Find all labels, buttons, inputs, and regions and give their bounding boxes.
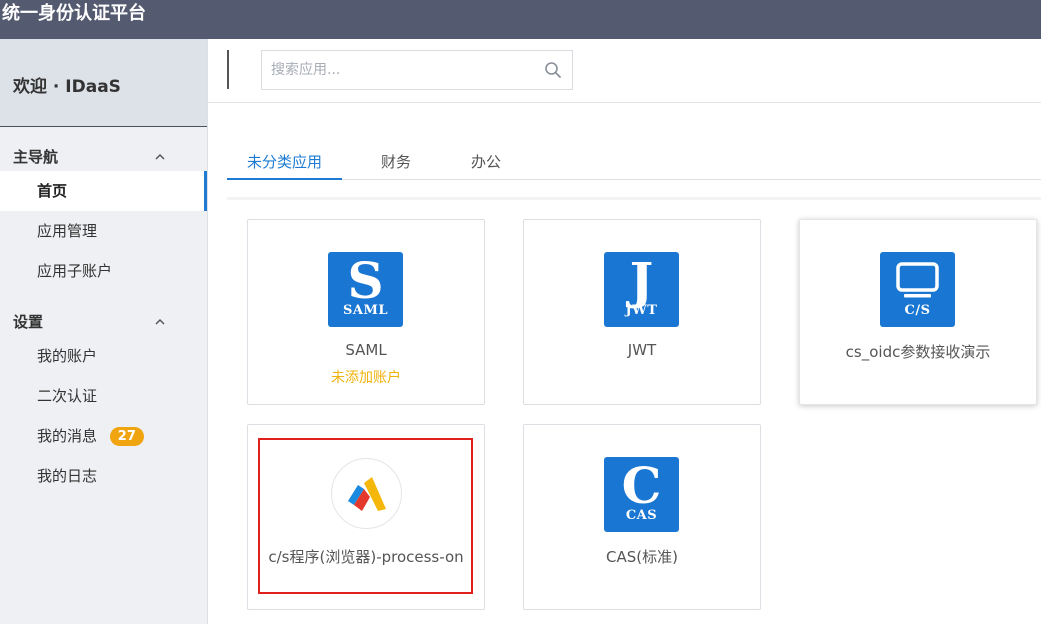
monitor-icon: [896, 262, 939, 298]
category-tabs: 未分类应用 财务 办公: [227, 143, 1041, 180]
app-icon-caption: SAML: [342, 303, 388, 318]
cas-app-icon: C CAS: [604, 457, 679, 532]
app-card-jwt[interactable]: J JWT JWT: [523, 219, 761, 405]
app-status[interactable]: 未添加账户: [248, 367, 484, 387]
sidebar: 欢迎 · IDaaS 主导航 首页 应用管理 应用子账户 设置 我的账户 二次认…: [0, 39, 208, 624]
message-count-badge: 27: [109, 427, 144, 446]
sidebar-item-my-messages[interactable]: 我的消息 27: [0, 416, 207, 456]
search-box[interactable]: [261, 50, 573, 90]
nav-group-main-title[interactable]: 主导航: [13, 146, 58, 167]
app-card-cs-oidc[interactable]: C/S cs_oidc参数接收演示: [799, 219, 1037, 405]
tab-uncategorized[interactable]: 未分类应用: [227, 151, 342, 180]
top-bar: 统一身份认证平台: [0, 0, 1041, 39]
app-icon-caption: CAS: [625, 508, 658, 523]
app-icon-letter: S: [347, 251, 384, 310]
sidebar-item-label: 我的账户: [37, 347, 98, 365]
sidebar-item-label: 我的日志: [37, 467, 98, 485]
app-icon-letter: C: [621, 456, 662, 515]
sidebar-item-label: 应用子账户: [37, 262, 113, 280]
welcome-panel: 欢迎 · IDaaS: [0, 39, 207, 127]
app-name: CAS(标准): [606, 548, 678, 566]
sidebar-item-two-factor[interactable]: 二次认证: [0, 376, 207, 416]
sidebar-item-label: 应用管理: [37, 222, 98, 240]
sidebar-item-label: 二次认证: [37, 387, 98, 405]
header-divider: [227, 50, 229, 89]
cs-app-icon: C/S: [880, 252, 955, 327]
app-icon-caption: C/S: [904, 303, 931, 318]
sidebar-item-my-account[interactable]: 我的账户: [0, 336, 207, 376]
app-name: cs_oidc参数接收演示: [845, 343, 991, 361]
app-icon-caption: JWT: [625, 303, 658, 318]
chevron-up-icon[interactable]: [153, 315, 167, 329]
nav-group-settings-title[interactable]: 设置: [13, 311, 43, 332]
jwt-app-icon: J JWT: [604, 252, 679, 327]
app-card-cas[interactable]: C CAS CAS(标准): [523, 424, 761, 610]
sidebar-item-home[interactable]: 首页: [0, 171, 207, 211]
app-card-saml[interactable]: S SAML SAML 未添加账户: [247, 219, 485, 405]
saml-app-icon: S SAML: [328, 252, 403, 327]
app-name: SAML: [345, 341, 387, 359]
sidebar-item-my-logs[interactable]: 我的日志: [0, 456, 207, 496]
welcome-text: 欢迎 · IDaaS: [13, 77, 121, 97]
app-title: 统一身份认证平台: [2, 3, 146, 24]
app-icon-letter: J: [629, 251, 654, 310]
header-bar: [208, 39, 1041, 103]
app-name: JWT: [627, 341, 657, 359]
selection-highlight-box: [258, 438, 473, 594]
chevron-up-icon[interactable]: [153, 150, 167, 164]
sidebar-item-label: 我的消息: [37, 427, 98, 445]
content-divider: [227, 197, 1041, 200]
tab-office[interactable]: 办公: [471, 151, 501, 180]
tab-finance[interactable]: 财务: [381, 151, 411, 180]
sidebar-item-app-sub-accounts[interactable]: 应用子账户: [0, 251, 207, 291]
sidebar-item-app-management[interactable]: 应用管理: [0, 211, 207, 251]
search-input[interactable]: [262, 51, 532, 89]
sidebar-item-label: 首页: [37, 182, 68, 200]
search-icon[interactable]: [544, 61, 562, 79]
